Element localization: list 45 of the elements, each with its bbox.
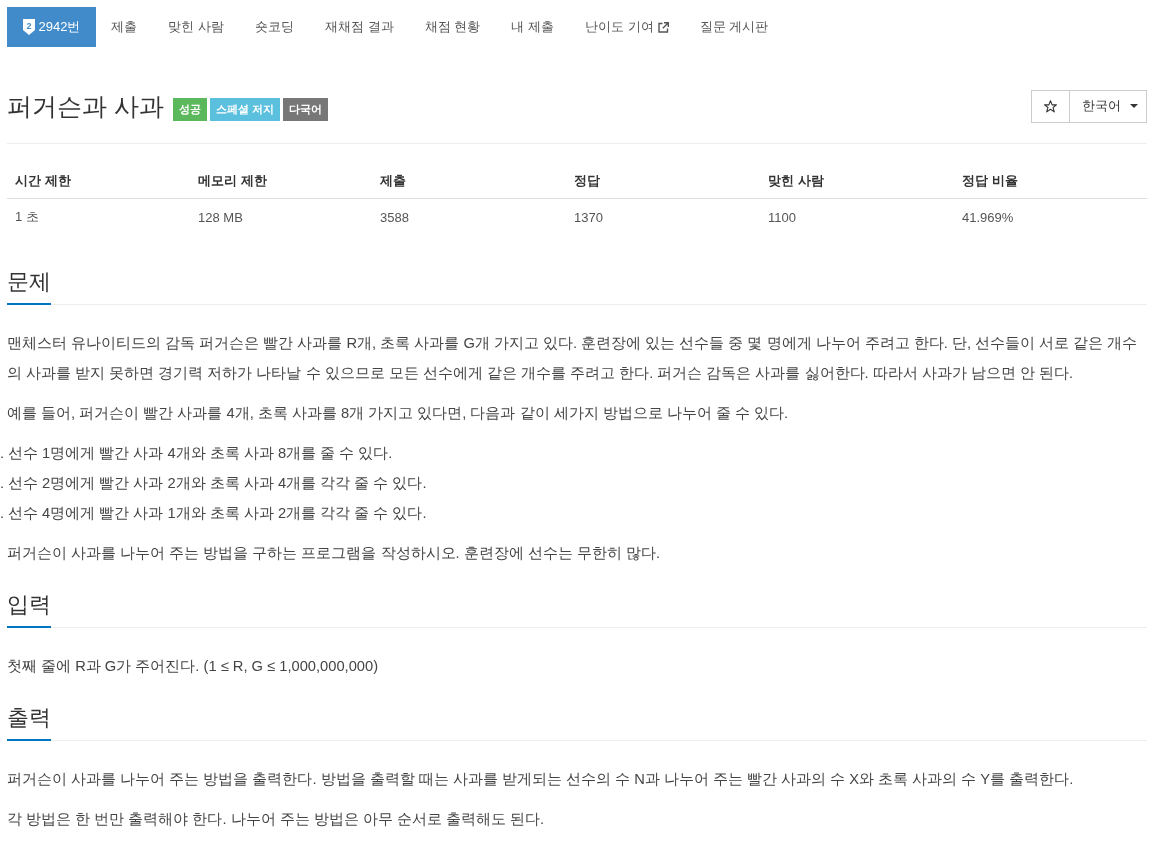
list-item: 선수 4명에게 빨간 사과 1개와 초록 사과 2개를 각각 줄 수 있다. [8,504,427,523]
table-cell: 1370 [574,209,603,225]
nav-tab[interactable]: 내 제출 [495,7,570,47]
paragraph: 맨체스터 유나이티드의 감독 퍼거슨은 빨간 사과를 R개, 초록 사과를 G개 가지고 있다. 훈련장에 있는 선수들 중 몇 명에게 나누어 주려고 한다. 단, 선수들이 서로 같은 개수의 사과를 받지 못하면 경기력 저하가 나타날 수 있으므로 모든 선수에게 같은 개수를 주려고 한다. 퍼거슨 감독은 사과를 싫어한다. 따라서 사과가 남으면 안 된다. [7,334,1139,383]
table-cell: 1 초 [15,209,39,224]
paragraph: 각 방법은 한 번만 출력해야 한다. 나누어 주는 방법은 아무 순서로 출력해도 된다. [7,810,546,829]
list-marker: . [0,504,6,523]
list-item: 선수 2명에게 빨간 사과 2개와 초록 사과 4개를 각각 줄 수 있다. [8,474,427,493]
section-heading: 입력 [7,593,51,628]
list-item: 선수 1명에게 빨간 사과 4개와 초록 사과 8개를 줄 수 있다. [8,444,393,463]
column-header: 메모리 제한 [198,173,267,188]
paragraph: 예를 들어, 퍼거슨이 빨간 사과를 4개, 초록 사과를 8개 가지고 있다면, 다음과 같이 세가지 방법으로 나누어 줄 수 있다. [7,404,790,423]
nav-tab[interactable]: 채점 현황 [409,7,496,47]
nav-tab[interactable]: 난이도 기여 [569,7,685,47]
table-cell: 1100 [768,209,796,225]
column-header: 시간 제한 [15,173,71,188]
column-header: 정답 [574,173,600,188]
star-icon [1044,99,1057,113]
column-header: 제출 [380,173,406,188]
problem-title: 퍼거슨과 사과 [7,90,164,122]
nav-tab[interactable]: 2 2942번 [7,7,96,47]
column-header: 정답 비율 [962,173,1018,188]
problem-label: 다국어 [283,97,328,121]
section-heading: 출력 [7,706,51,741]
caret-icon [1129,104,1138,108]
paragraph: 퍼거슨이 사과를 나누어 주는 방법을 구하는 프로그램을 작성하시오. 훈련장에 선수는 무한히 많다. [7,544,662,563]
paragraph: 퍼거슨이 사과를 나누어 주는 방법을 출력한다. 방법을 출력할 때는 사과를 받게되는 선수의 수 N과 나누어 주는 빨간 사과의 수 X와 초록 사과의 수 Y를 출력한다. [7,770,1075,789]
nav-tab[interactable]: 질문 게시판 [684,7,784,47]
table-cell: 41.969% [962,209,1014,225]
problem-label: 성공 [172,97,207,121]
nav-tab[interactable]: 재채점 결과 [309,7,410,47]
table-cell: 128 MB [198,209,243,225]
nav-tab[interactable]: 맞힌 사람 [152,7,240,47]
list-marker: . [0,444,6,463]
column-header: 맞힌 사람 [768,173,824,188]
problem-label: 스페셜 저지 [209,97,280,121]
favorite-button[interactable] [1031,89,1070,123]
language-dropdown[interactable]: 한국어 [1070,89,1147,123]
section-heading: 문제 [7,270,51,305]
nav-tab[interactable]: 숏코딩 [239,7,310,47]
list-marker: . [0,474,6,493]
nav-tab[interactable]: 제출 [95,7,153,47]
paragraph: 첫째 줄에 R과 G가 주어진다. (1 ≤ R, G ≤ 1,000,000,000) [7,657,380,676]
table-cell: 3588 [380,209,409,225]
tier-shield-icon: 2 [22,19,35,35]
